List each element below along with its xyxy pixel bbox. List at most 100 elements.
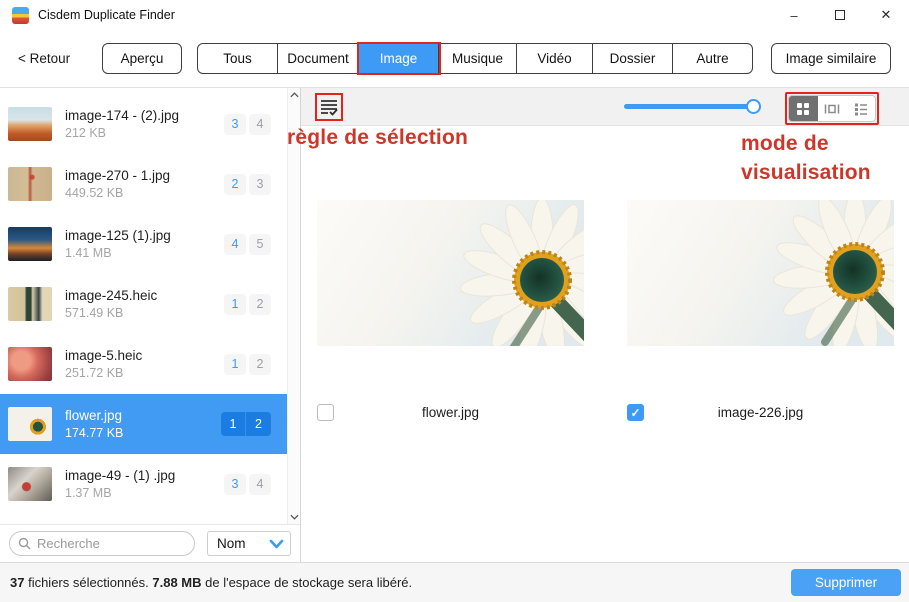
- similar-image-button[interactable]: Image similaire: [771, 43, 891, 74]
- main-pane: règle de sélection mode de visualisation…: [301, 88, 909, 562]
- sort-dropdown-value: Nom: [217, 536, 246, 551]
- selection-summary: 37 fichiers sélectionnés. 7.88 MB de l'e…: [10, 575, 412, 590]
- view-mode-toggle: [788, 95, 876, 122]
- chevron-down-icon: [269, 539, 284, 549]
- file-name: image-5.heic: [65, 348, 142, 363]
- carousel-view-button[interactable]: [818, 96, 847, 121]
- selected-count-badge: 4: [224, 234, 246, 255]
- total-count-badge: 2: [249, 294, 271, 315]
- slider-thumb[interactable]: [746, 99, 761, 114]
- app-window: Cisdem Duplicate Finder – ✕ < Retour Ape…: [0, 0, 909, 602]
- grid-view-icon: [796, 102, 810, 116]
- body: image-174 - (2).jpg 212 KB 3 4 image-270…: [0, 88, 909, 562]
- carousel-view-icon: [824, 102, 840, 116]
- list-item[interactable]: image-5.heic 251.72 KB 1 2: [0, 334, 287, 394]
- file-list: image-174 - (2).jpg 212 KB 3 4 image-270…: [0, 88, 300, 524]
- tab-dossier[interactable]: Dossier: [593, 44, 673, 73]
- status-bar: 37 fichiers sélectionnés. 7.88 MB de l'e…: [0, 562, 909, 602]
- street-photo-thumbnail: [8, 467, 52, 501]
- search-placeholder: Recherche: [37, 536, 100, 551]
- toolbar: < Retour Aperçu Tous Document Image Musi…: [0, 30, 909, 88]
- tab-video[interactable]: Vidéo: [517, 44, 593, 73]
- file-size: 212 KB: [65, 126, 179, 140]
- selected-count-badge: 3: [224, 474, 246, 495]
- tab-musique[interactable]: Musique: [439, 44, 517, 73]
- selected-count-badge: 3: [224, 114, 246, 135]
- app-logo-icon: [12, 7, 29, 24]
- selection-rule-icon[interactable]: [319, 97, 339, 117]
- city-night-photo-thumbnail: [8, 227, 52, 261]
- preview-button[interactable]: Aperçu: [102, 43, 182, 74]
- duplicate-card: ✓ image-226.jpg: [627, 200, 894, 430]
- bridge-photo-thumbnail: [8, 167, 52, 201]
- list-item[interactable]: image-125 (1).jpg 1.41 MB 4 5: [0, 214, 287, 274]
- file-name: image-49 - (1) .jpg: [65, 468, 175, 483]
- minimize-button[interactable]: –: [779, 2, 809, 28]
- total-count-badge: 5: [249, 234, 271, 255]
- list-item[interactable]: image-49 - (1) .jpg 1.37 MB 3 4: [0, 454, 287, 514]
- main-toolbar-strip: [301, 88, 909, 126]
- maximize-icon: [835, 10, 845, 20]
- duplicate-card: flower.jpg: [317, 200, 584, 430]
- file-name: flower.jpg: [65, 408, 123, 423]
- category-tabs: Tous Document Image Musique Vidéo Dossie…: [197, 43, 753, 74]
- list-view-icon: [854, 102, 868, 116]
- title-bar: Cisdem Duplicate Finder – ✕: [0, 0, 909, 30]
- daisy-photo-thumbnail: [8, 407, 52, 441]
- view-mode-highlight-box: [785, 92, 879, 125]
- total-count-badge: 2: [249, 354, 271, 375]
- daisy-photo-preview[interactable]: [627, 200, 894, 346]
- file-name: image-125 (1).jpg: [65, 228, 171, 243]
- list-item[interactable]: image-245.heic 571.49 KB 1 2: [0, 274, 287, 334]
- sidebar: image-174 - (2).jpg 212 KB 3 4 image-270…: [0, 88, 301, 562]
- checkbox-unchecked[interactable]: [317, 404, 334, 421]
- search-row: Recherche Nom: [0, 524, 300, 562]
- selection-rule-annotation: règle de sélection: [287, 126, 468, 150]
- house-photo-thumbnail: [8, 287, 52, 321]
- file-size: 1.41 MB: [65, 246, 171, 260]
- maximize-button[interactable]: [825, 2, 855, 28]
- selected-count-badge: 1: [221, 412, 246, 436]
- scroll-up-icon[interactable]: [290, 91, 299, 99]
- window-title: Cisdem Duplicate Finder: [38, 8, 175, 22]
- back-button[interactable]: < Retour: [18, 51, 70, 66]
- list-item[interactable]: image-270 - 1.jpg 449.52 KB 2 3: [0, 154, 287, 214]
- thumbnail-size-slider[interactable]: [624, 104, 759, 109]
- close-button[interactable]: ✕: [871, 2, 901, 28]
- card-file-name: flower.jpg: [317, 404, 584, 422]
- daisy-photo-preview[interactable]: [317, 200, 584, 346]
- list-view-button[interactable]: [846, 96, 875, 121]
- total-count-badge: 2: [246, 412, 271, 436]
- selected-count-badge: 1: [224, 294, 246, 315]
- delete-button[interactable]: Supprimer: [791, 569, 901, 596]
- file-size: 449.52 KB: [65, 186, 170, 200]
- checkbox-checked[interactable]: ✓: [627, 404, 644, 421]
- tab-image[interactable]: Image: [359, 44, 439, 73]
- scrollbar[interactable]: [287, 88, 300, 524]
- file-name: image-174 - (2).jpg: [65, 108, 179, 123]
- total-count-badge: 3: [249, 174, 271, 195]
- search-icon: [18, 537, 31, 550]
- sort-dropdown[interactable]: Nom: [207, 531, 291, 556]
- tab-document[interactable]: Document: [278, 44, 359, 73]
- file-name: image-270 - 1.jpg: [65, 168, 170, 183]
- selected-count-badge: 1: [224, 354, 246, 375]
- scroll-down-icon[interactable]: [290, 513, 299, 521]
- selected-count-badge: 2: [224, 174, 246, 195]
- file-size: 1.37 MB: [65, 486, 175, 500]
- selection-rule-highlight-box: [315, 93, 343, 121]
- file-name: image-245.heic: [65, 288, 157, 303]
- search-input[interactable]: Recherche: [9, 531, 195, 556]
- pink-flowers-photo-thumbnail: [8, 347, 52, 381]
- tab-tous[interactable]: Tous: [198, 44, 278, 73]
- file-size: 571.49 KB: [65, 306, 157, 320]
- card-file-name: image-226.jpg: [627, 404, 894, 422]
- total-count-badge: 4: [249, 474, 271, 495]
- tab-autre[interactable]: Autre: [673, 44, 752, 73]
- list-item-selected[interactable]: flower.jpg 174.77 KB 1 2: [0, 394, 287, 454]
- grid-view-button[interactable]: [789, 96, 818, 121]
- total-count-badge: 4: [249, 114, 271, 135]
- mountain-photo-thumbnail: [8, 107, 52, 141]
- list-item[interactable]: image-174 - (2).jpg 212 KB 3 4: [0, 94, 287, 154]
- view-mode-annotation: mode de visualisation: [741, 129, 871, 187]
